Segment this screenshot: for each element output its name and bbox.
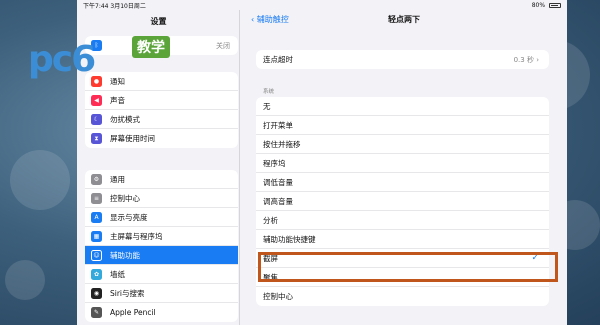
gear-icon: ⚙ bbox=[91, 173, 102, 185]
sidebar-item-siri[interactable]: ◉ Siri与搜索 bbox=[85, 284, 238, 303]
sidebar-item-accessibility[interactable]: ☺ 辅助功能 bbox=[85, 246, 238, 265]
timeout-group: 连点超时 0.3 秒 › bbox=[256, 50, 549, 69]
grid-icon: ▦ bbox=[91, 230, 102, 242]
siri-icon: ◉ bbox=[91, 287, 102, 299]
sidebar-item-do-not-disturb[interactable]: ☾ 勿扰模式 bbox=[85, 110, 238, 129]
bokeh-decor bbox=[5, 260, 45, 300]
sidebar-item-apple-pencil[interactable]: ✎ Apple Pencil bbox=[85, 303, 238, 322]
bluetooth-value: 关闭 bbox=[216, 41, 230, 50]
flower-icon: ✿ bbox=[91, 268, 102, 280]
sidebar-item-general[interactable]: ⚙ 通用 bbox=[85, 170, 238, 189]
action-item[interactable]: 无 bbox=[256, 97, 549, 116]
action-item[interactable]: 打开菜单 bbox=[256, 116, 549, 135]
sidebar-item-display[interactable]: A 显示与亮度 bbox=[85, 208, 238, 227]
status-date: 3月10日周二 bbox=[110, 2, 146, 10]
speaker-icon: ◀ bbox=[91, 94, 102, 106]
status-bar: 下午7:44 3月10日周二 80% bbox=[77, 0, 567, 10]
status-battery: 80% bbox=[531, 1, 546, 9]
switches-icon: ≡ bbox=[91, 192, 102, 204]
sidebar-item-screen-time[interactable]: ⧗ 屏幕使用时间 bbox=[85, 129, 238, 148]
sidebar-item-sounds[interactable]: ◀ 声音 bbox=[85, 91, 238, 110]
battery-icon bbox=[549, 2, 561, 8]
pencil-icon: ✎ bbox=[91, 307, 102, 318]
highlight-annotation bbox=[258, 252, 558, 282]
action-item[interactable]: 按住并拖移 bbox=[256, 135, 549, 154]
timeout-value: 0.3 秒 › bbox=[513, 55, 539, 64]
nav-bar: ‹ 辅助触控 轻点两下 bbox=[241, 14, 567, 30]
status-time: 下午7:44 bbox=[83, 2, 109, 10]
action-item[interactable]: 调低音量 bbox=[256, 173, 549, 192]
moon-icon: ☾ bbox=[91, 113, 102, 125]
bokeh-decor bbox=[10, 150, 70, 210]
sidebar-item-control-center[interactable]: ≡ 控制中心 bbox=[85, 189, 238, 208]
pc6-logo: pc6 教学 bbox=[28, 36, 178, 80]
logo-text: pc6 bbox=[28, 39, 96, 80]
section-header: 系统 bbox=[263, 89, 275, 95]
accessibility-icon: ☺ bbox=[91, 249, 102, 261]
action-item[interactable]: 控制中心 bbox=[256, 287, 549, 306]
sidebar-title: 设置 bbox=[150, 17, 167, 26]
sidebar-item-wallpaper[interactable]: ✿ 墙纸 bbox=[85, 265, 238, 284]
sidebar-item-home-screen[interactable]: ▦ 主屏幕与程序坞 bbox=[85, 227, 238, 246]
action-item[interactable]: 分析 bbox=[256, 211, 549, 230]
sidebar-group-1: ● 通知 ◀ 声音 ☾ 勿扰模式 ⧗ 屏幕使用时间 bbox=[85, 72, 238, 148]
sidebar-group-2: ⚙ 通用 ≡ 控制中心 A 显示与亮度 ▦ 主屏幕与程序坞 ☺ 辅助功能 ✿ 墙… bbox=[85, 170, 238, 322]
action-item[interactable]: 程序坞 bbox=[256, 154, 549, 173]
logo-badge: 教学 bbox=[132, 36, 170, 58]
action-item[interactable]: 调高音量 bbox=[256, 192, 549, 211]
page-title: 轻点两下 bbox=[388, 15, 420, 24]
hourglass-icon: ⧗ bbox=[91, 133, 102, 144]
chevron-right-icon: › bbox=[536, 55, 539, 64]
timeout-row[interactable]: 连点超时 0.3 秒 › bbox=[256, 50, 549, 69]
action-item[interactable]: 辅助功能快捷键 bbox=[256, 230, 549, 249]
aa-icon: A bbox=[91, 211, 102, 223]
